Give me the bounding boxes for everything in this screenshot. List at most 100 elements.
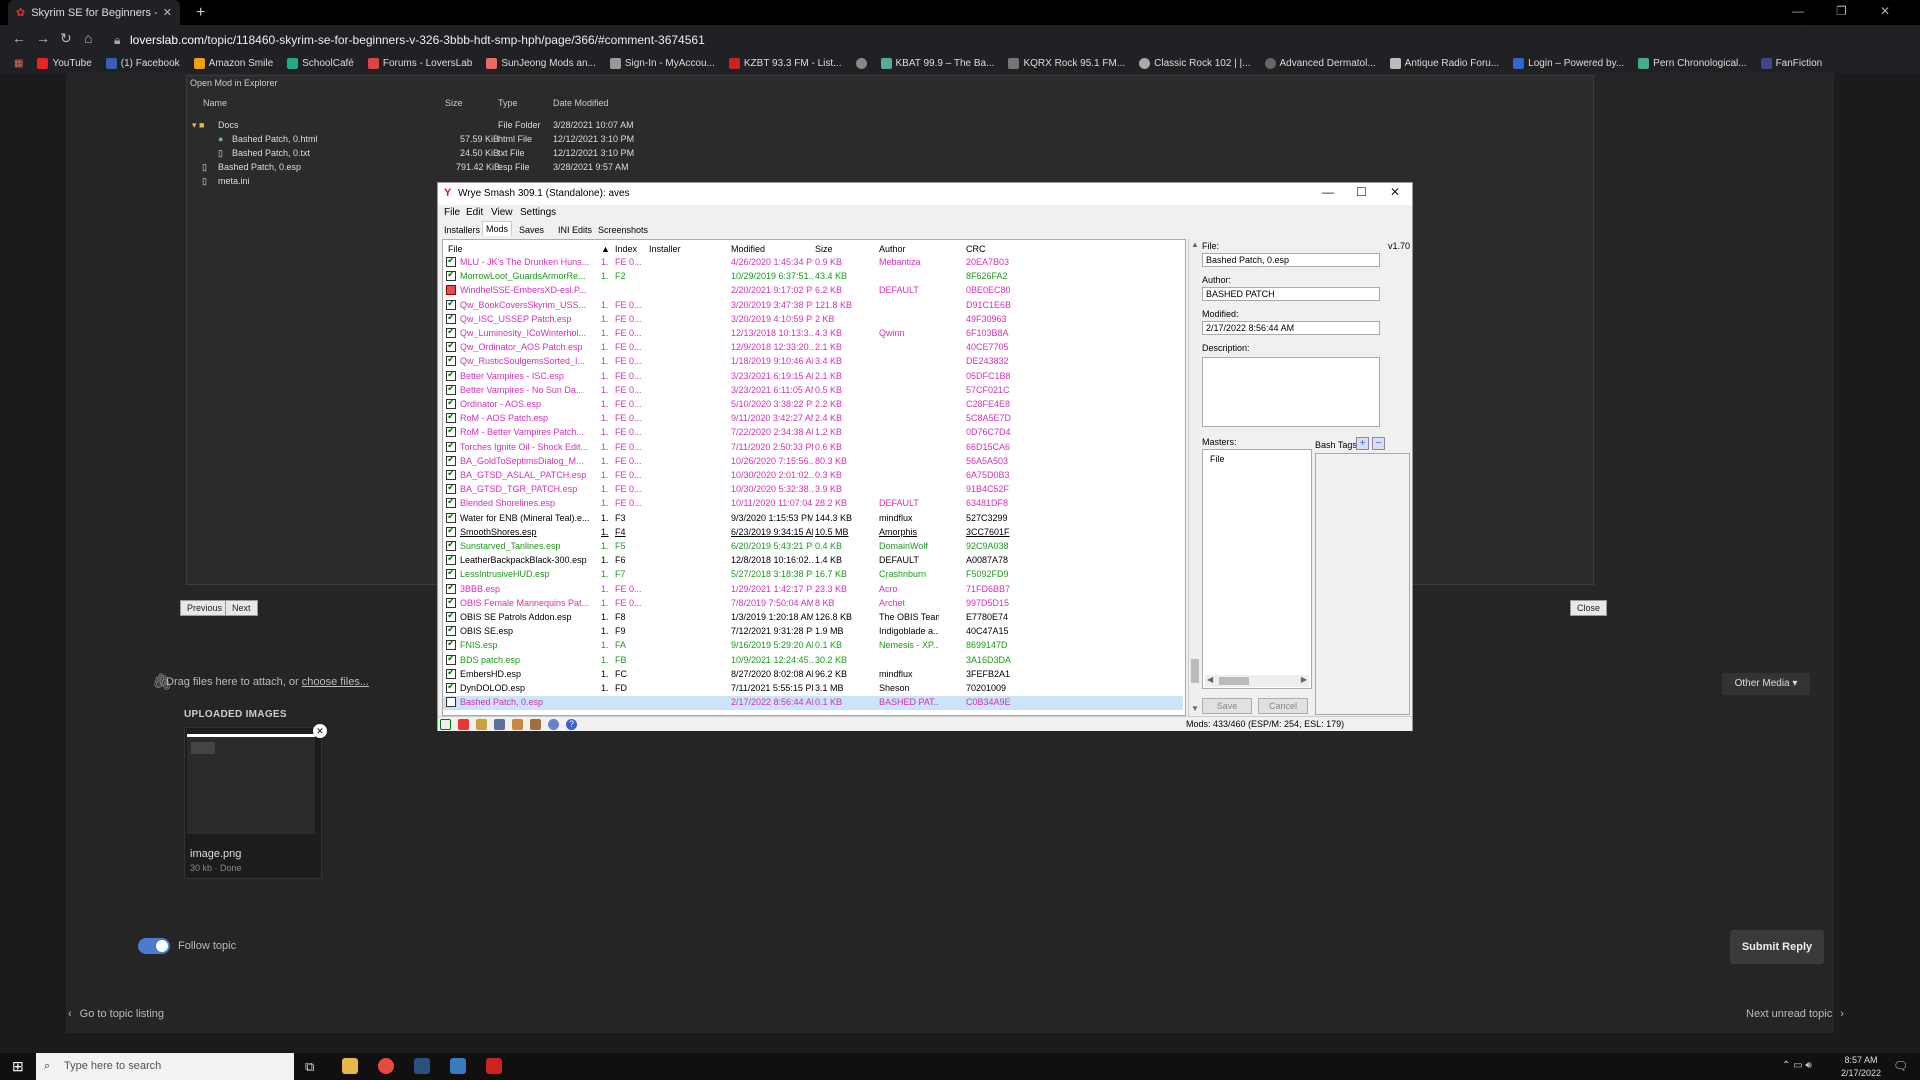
table-row[interactable]: Water for ENB (Mineral Teal).e... 1. F3 9/3… [443,512,1183,526]
notifications-icon[interactable]: 🗨︎ [1893,1059,1908,1073]
check-icon[interactable] [440,719,451,730]
bookmark-item[interactable]: Classic Rock 102 | |... [1139,57,1251,69]
table-row[interactable]: DynDOLOD.esp 1. FD 7/11/2021 5:55:15 PM3.1 … [443,682,1183,696]
table-row[interactable]: Torches Ignite Oil - Shock Edit... 1. FE 0… [443,441,1183,455]
modified-field[interactable]: 2/17/2022 8:56:44 AM [1202,321,1380,335]
table-row[interactable]: Blended Shorelines.esp 1. FE 0... 10/11/202… [443,497,1183,511]
bookmark-item[interactable]: (1) Facebook [105,57,180,69]
steam-icon[interactable] [414,1058,430,1074]
mod-checkbox[interactable] [446,455,456,466]
bookmark-item[interactable] [855,57,867,69]
col-file[interactable]: File [448,244,463,254]
mod-checkbox[interactable] [446,356,456,367]
bookmark-item[interactable]: SunJeong Mods an... [486,57,596,69]
mod-checkbox[interactable] [446,342,456,353]
table-row[interactable]: Better Vampires - No Sun Da... 1. FE 0... 3… [443,384,1183,398]
taskbar-clock[interactable]: 8:57 AM 2/17/2022 [1836,1053,1886,1080]
tab-saves[interactable]: Saves [516,223,547,237]
new-tab-icon[interactable]: + [196,4,205,22]
follow-topic[interactable]: Follow topic [138,938,236,954]
table-row[interactable]: OBIS SE Patrols Addon.esp 1. F8 1/3/2019 1:… [443,611,1183,625]
box-icon[interactable] [512,719,523,730]
mod-checkbox[interactable] [446,384,456,395]
col-name[interactable]: Name [203,98,227,108]
table-row[interactable]: WindhelSSE-EmbersXD-esl.P... 2/20/2021 9:… [443,284,1183,298]
masters-hscroll[interactable]: ◀ ▶ [1205,675,1309,687]
back-icon[interactable]: ← [12,30,26,46]
list-scrollbar[interactable]: ▲ ▼ [1188,239,1200,716]
mods-list[interactable]: File ▲ Index Installer Modified Size Aut… [442,239,1186,716]
table-row[interactable]: BA_GTSD_ASLAL_PATCH.esp 1. FE 0... 10/30/20… [443,469,1183,483]
minimize-icon[interactable]: — [1322,185,1334,199]
col-installer[interactable]: Installer [649,244,681,254]
menu-edit[interactable]: Edit [466,207,483,218]
scroll-down-icon[interactable]: ▼ [1191,704,1199,713]
table-row[interactable]: LeatherBackpackBlack-300.esp 1. F6 12/8/201… [443,554,1183,568]
menu-file[interactable]: File [444,207,460,218]
explorer-row[interactable]: ▯ Bashed Patch, 0.txt 24.50 KiB txt File… [218,148,634,159]
table-row[interactable]: BA_GTSD_TGR_PATCH.esp 1. FE 0... 10/30/2020… [443,483,1183,497]
col-author[interactable]: Author [879,244,906,254]
chrome-icon[interactable] [378,1058,394,1074]
next-unread-topic-link[interactable]: Next unread topic › [1746,1008,1844,1020]
next-button[interactable]: Next [225,600,258,616]
settings-icon[interactable] [548,719,559,730]
bookmark-item[interactable]: Amazon Smile [193,57,273,69]
mod-checkbox[interactable] [446,441,456,452]
table-row[interactable]: SmoothShores.esp 1. F4 6/23/2019 9:34:15 AM… [443,526,1183,540]
maximize-icon[interactable]: ❐ [1836,4,1847,18]
table-row[interactable]: RoM - Better Vampires Patch... 1. FE 0... 7… [443,426,1183,440]
mod-checkbox[interactable] [446,654,456,665]
table-row[interactable]: RoM - AOS Patch.esp 1. FE 0... 9/11/2020 3:… [443,412,1183,426]
col-size[interactable]: Size [815,244,833,254]
table-row[interactable]: BA_GoldToSeptimsDialog_M... 1. FE 0... 10/2… [443,455,1183,469]
author-field[interactable]: BASHED PATCH [1202,287,1380,301]
bookmark-item[interactable]: Sign-In - MyAccou... [609,57,715,69]
close-button[interactable]: Close [1570,600,1608,616]
go-to-topic-listing-link[interactable]: ‹ Go to topic listing [68,1008,164,1020]
mod-checkbox[interactable] [446,285,456,296]
table-row[interactable]: EmbersHD.esp 1. FC 8/27/2020 8:02:08 AM96.2… [443,668,1183,682]
close-window-icon[interactable]: ✕ [1880,4,1890,18]
table-row[interactable]: LessIntrusiveHUD.esp 1. F7 5/27/2018 3:18:3… [443,568,1183,582]
col-date[interactable]: Date Modified [553,98,609,108]
mod-checkbox[interactable] [446,668,456,679]
table-row[interactable]: OBIS Female Mannequins Pat... 1. FE 0... 7/… [443,597,1183,611]
apps-icon[interactable]: ▦ [14,58,23,69]
mod-checkbox[interactable] [446,697,456,708]
bookmark-item[interactable]: FanFiction [1760,57,1822,69]
tab-screenshots[interactable]: Screenshots [595,223,651,237]
stop-icon[interactable] [458,719,469,730]
table-row[interactable]: Qw_RusticSoulgemsSorted_I... 1. FE 0... 1/1… [443,355,1183,369]
explorer-row[interactable]: ▯ meta.ini [202,176,250,187]
table-row[interactable]: Qw_ISC_USSEP Patch.esp 1. FE 0... 3/20/2019… [443,313,1183,327]
browser-tab[interactable]: ✿ Skyrim SE for Beginners - V 3.2.6 ✕ [8,0,180,25]
remove-tag-icon[interactable]: − [1372,437,1385,450]
mod-checkbox[interactable] [446,569,456,580]
close-tab-icon[interactable]: ✕ [163,6,172,19]
file-explorer-icon[interactable] [342,1058,358,1074]
bookmark-item[interactable]: YouTube [37,57,92,69]
table-row[interactable]: Qw_BookCoversSkyrim_USS... 1. FE 0... 3/20/… [443,299,1183,313]
reload-icon[interactable]: ↻ [60,30,72,47]
scroll-up-icon[interactable]: ▲ [1191,240,1199,249]
cancel-button[interactable]: Cancel [1258,698,1308,714]
col-type[interactable]: Type [498,98,518,108]
previous-button[interactable]: Previous [180,600,230,616]
task-view-icon[interactable]: ⧉ [305,1059,314,1075]
choose-files-link[interactable]: choose files... [302,676,369,688]
remove-image-icon[interactable]: ✕ [313,724,327,738]
mod-checkbox[interactable] [446,512,456,523]
mod-checkbox[interactable] [446,313,456,324]
table-row[interactable]: Qw_Ordinator_AOS Patch.esp 1. FE 0... 12/9/… [443,341,1183,355]
bookmark-item[interactable]: Login – Powered by... [1513,57,1624,69]
mod-checkbox[interactable] [446,583,456,594]
mod-checkbox[interactable] [446,498,456,509]
table-row[interactable]: Sunstarved_Tanlines.esp 1. F5 6/20/2019 5:4… [443,540,1183,554]
bookmark-item[interactable]: KZBT 93.3 FM - List... [728,57,842,69]
mod-checkbox[interactable] [446,526,456,537]
bookmark-item[interactable]: Advanced Dermatol... [1264,57,1376,69]
table-row[interactable]: 3BBB.esp 1. FE 0... 1/29/2021 1:42:17 PM23.… [443,583,1183,597]
bookmark-item[interactable]: KBAT 99.9 – The Ba... [880,57,994,69]
close-icon[interactable]: ✕ [1390,185,1400,199]
